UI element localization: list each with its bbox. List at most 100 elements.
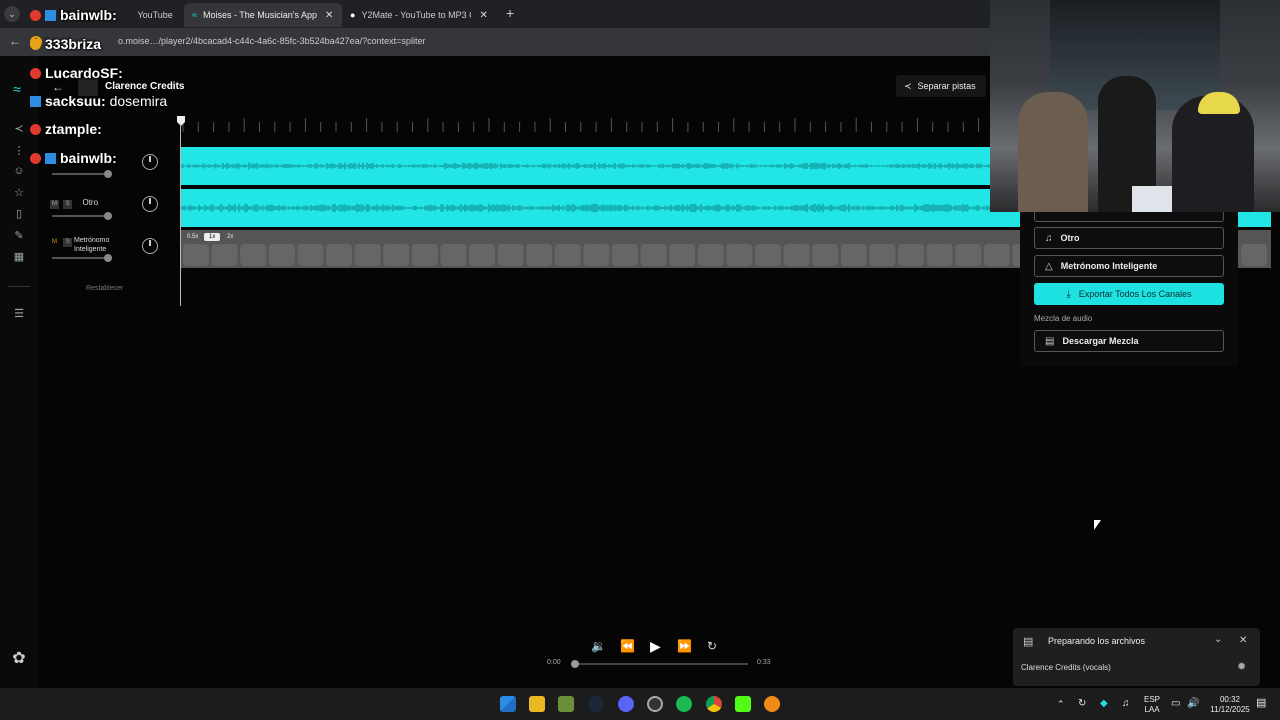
tray-chevron-icon[interactable]: ⌃ [1057,699,1065,709]
moises-logo-icon[interactable]: ≈ [10,82,24,96]
metronome-beat [840,244,867,266]
metronome-beat [926,244,953,266]
notification-item: Clarence Credits (vocals) [1021,663,1111,672]
tray-sync-icon[interactable]: ↻ [1078,699,1086,709]
mute-button[interactable]: M [50,200,59,209]
vocals-waveform[interactable] [181,147,991,185]
chat-message: ztample: [30,121,102,137]
metronome-beat [440,244,467,266]
volume-thumb[interactable] [104,212,112,220]
volume-thumb[interactable] [104,254,112,262]
timeline-ruler[interactable] [181,116,995,134]
notifications-icon[interactable]: ▤ [1256,698,1266,709]
steam-icon[interactable] [588,696,604,712]
spotify-icon[interactable] [676,696,692,712]
close-tab-icon[interactable]: ✕ [325,10,333,21]
share-icon[interactable]: ≺ [12,122,26,136]
chrome-icon[interactable] [706,696,722,712]
fl-studio-icon[interactable] [764,696,780,712]
chat-message: 333briza [30,36,101,52]
waveform-icon[interactable]: ⋮ [12,144,26,158]
volume-slider[interactable] [52,212,112,220]
metronome-beat [326,244,352,266]
pan-knob[interactable] [142,196,158,212]
tray-volume-icon[interactable]: 🔊 [1187,699,1199,709]
clock[interactable]: 00:32 11/12/2025 [1206,695,1254,715]
volume-slider[interactable] [52,170,112,178]
chat-message: bainwlb: [30,7,117,23]
export-all-channels-button[interactable]: ⤓ Exportar Todos Los Canales [1034,283,1224,305]
download-otro-button[interactable]: ♫ Otro [1034,227,1224,249]
metronome-beat [1241,244,1268,266]
progress-track[interactable] [571,660,748,668]
download-icon: ⤓ [1066,288,1071,300]
loop-icon[interactable]: ↻ [707,639,717,653]
webcam-overlay [990,0,1280,212]
solo-button[interactable]: S [63,238,73,247]
mute-button[interactable]: M [50,238,59,247]
tray-display-icon[interactable]: ▭ [1171,699,1180,709]
tab-y2mate[interactable]: ● Y2Mate - YouTube to MP3 Con ✕ [342,3,498,27]
minecraft-icon[interactable] [558,696,574,712]
reset-button[interactable]: Restablecer [86,285,123,292]
metronome-beat [383,244,410,266]
rewind-icon[interactable]: ⏪ [620,639,635,653]
split-tracks-button[interactable]: ≺ Separar pistas [896,75,986,97]
tray-mic-icon[interactable]: ♫ [1122,699,1130,709]
new-tab-button[interactable]: + [506,5,514,21]
users-icon[interactable]: ☺ [12,164,26,178]
notification-title: Preparando los archivos [1048,636,1146,646]
solo-button[interactable]: S [63,200,73,209]
badge-icon [30,96,41,107]
url-field[interactable]: o.moise…/player2/4bcacad4-c44c-4a6c-85fc… [118,36,425,46]
badge-icon [30,10,41,21]
metronome-beat [297,244,324,266]
y2mate-icon: ● [350,10,356,20]
download-mix-button[interactable]: ▤ Descargar Mezcla [1034,330,1224,352]
speed-normal[interactable]: 1x [204,233,221,241]
back-arrow-icon[interactable]: ← [9,34,21,48]
pan-knob[interactable] [142,238,158,254]
metronome-beat [697,244,724,266]
metronome-beat [612,244,638,266]
pan-knob[interactable] [142,154,158,170]
moises-icon: ≈ [192,10,197,20]
kick-icon[interactable] [735,696,751,712]
language-indicator[interactable]: ESP LAA [1142,695,1162,715]
duration: 0:33 [757,659,771,666]
close-tab-icon[interactable]: ✕ [479,10,487,21]
download-metronome-button[interactable]: △ Metrónomo Inteligente [1034,255,1224,277]
device-icon[interactable]: ▯ [12,207,26,221]
speed-double[interactable]: 2x [227,234,233,240]
speed-half[interactable]: 0.5x [187,234,198,240]
windows-start-icon[interactable] [500,696,516,712]
metronome-beat [583,244,610,266]
star-icon[interactable]: ☆ [12,186,26,200]
tray-network-icon[interactable]: ◆ [1100,699,1108,709]
metronome-beat [755,244,781,266]
volume-slider[interactable] [52,254,112,262]
tuner-icon[interactable]: ✎ [12,229,26,243]
download-notification: ▤ Preparando los archivos ⌄ ✕ Clarence C… [1013,628,1260,686]
tab-moises[interactable]: ≈ Moises - The Musician's App | F ✕ [184,3,342,27]
lyrics-icon[interactable]: ☰ [12,307,26,321]
forward-icon[interactable]: ⏩ [677,639,692,653]
back-button[interactable]: ← [52,80,64,94]
volume-icon[interactable]: 🔉 [591,639,606,653]
collapse-icon[interactable]: ⌄ [1214,634,1222,645]
progress-thumb[interactable] [571,660,579,668]
metronome-beat [497,244,524,266]
file-explorer-icon[interactable] [529,696,545,712]
close-icon[interactable]: ✕ [1239,635,1247,646]
play-button[interactable]: ▶ [650,638,661,655]
obs-icon[interactable] [647,696,663,712]
avatar-icon[interactable]: ✿ [12,651,26,667]
volume-thumb[interactable] [104,170,112,178]
mix-section-label: Mezcla de audio [1034,314,1093,323]
badge-icon [30,153,41,164]
discord-icon[interactable] [618,696,634,712]
close-tab-icon[interactable]: ✕ [181,10,182,21]
metronome-beat [183,244,209,266]
grid-icon[interactable]: ▦ [12,250,26,264]
tab-list-button[interactable]: ⌄ [4,6,20,22]
